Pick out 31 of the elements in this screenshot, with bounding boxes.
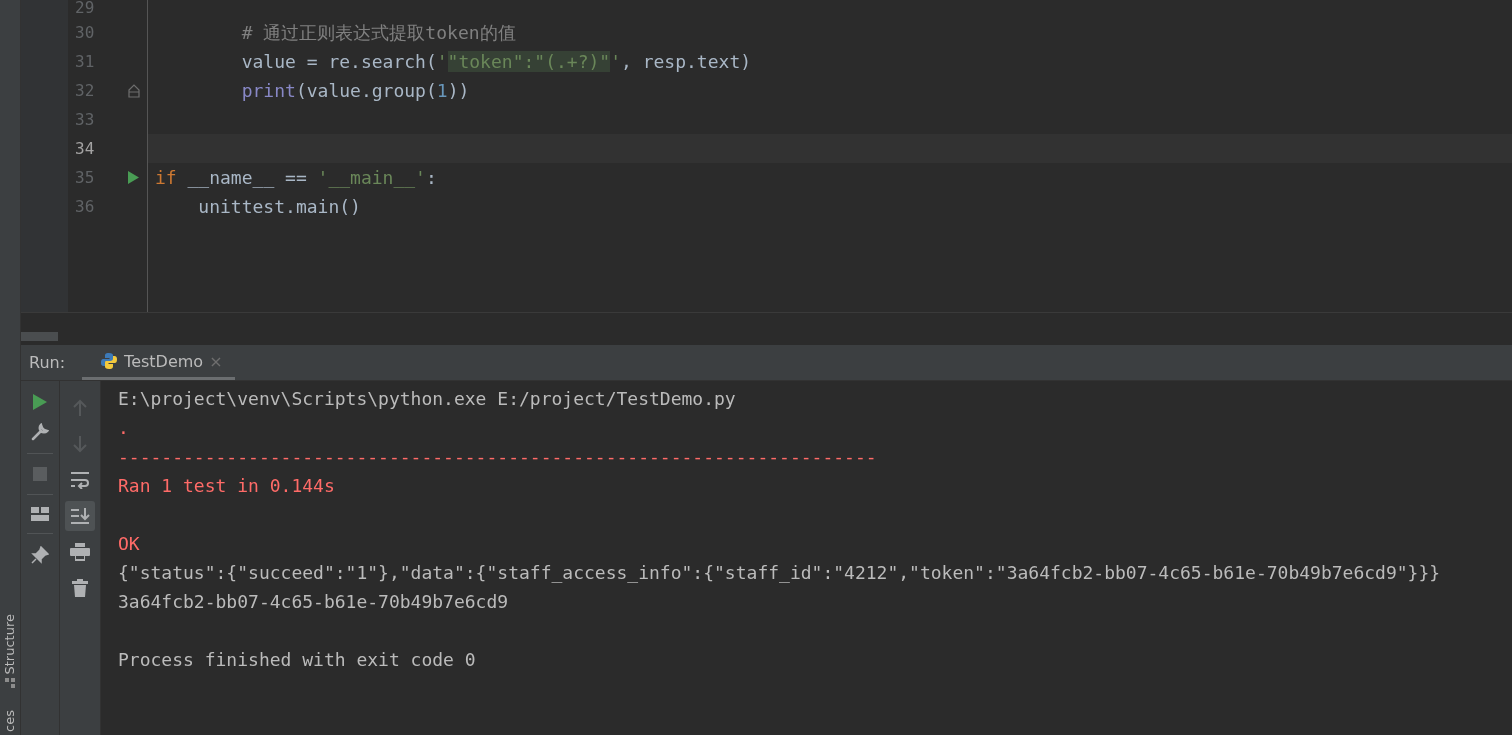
run-label: Run:	[28, 352, 67, 374]
python-icon	[100, 352, 119, 370]
trash-icon	[72, 579, 88, 597]
soft-wrap-icon	[70, 471, 90, 489]
down-arrow-icon	[73, 435, 87, 453]
printer-icon	[70, 543, 90, 561]
console-line: 3a64fcb2-bb07-4c65-b61e-70b49b7e6cd9	[118, 590, 510, 614]
structure-tab[interactable]: Structure	[2, 613, 18, 675]
tool-window-tab[interactable]: ces	[2, 710, 18, 732]
scroll-to-end-icon	[70, 507, 90, 525]
fold-icon[interactable]	[128, 83, 140, 98]
wrench-icon[interactable]	[31, 423, 49, 441]
scroll-end-button[interactable]	[65, 501, 95, 531]
structure-icon	[5, 678, 15, 689]
console-line: E:\project\venv\Scripts\python.exe E:/project/TestDemo.py	[118, 387, 737, 411]
console-line: Ran 1 test in 0.144s	[118, 474, 336, 498]
code-line: if __name__ == '__main__':	[155, 167, 437, 188]
code-line: # 通过正则表达式提取token的值	[240, 20, 516, 45]
run-icon[interactable]	[32, 393, 48, 411]
console-line: {"status":{"succeed":"1"},"data":{"staff_access_info":{"staff_id":"4212","token":"3a64fcb2-bb07-4c65-b61e-70b49b7e6cd9"}}}	[118, 561, 1442, 585]
console-line: .	[118, 416, 130, 440]
console-line: ----------------------------------------------------------------------	[118, 445, 878, 469]
pin-icon[interactable]	[31, 546, 49, 564]
scrollbar-thumb[interactable]	[21, 332, 58, 341]
console-line: OK	[118, 532, 141, 556]
console-line: Process finished with exit code 0	[118, 648, 477, 672]
layout-icon[interactable]	[31, 507, 49, 521]
code-line: value = re.search('"token":"(.+?)"', resp.text)	[240, 51, 752, 72]
up-arrow-icon	[73, 399, 87, 417]
code-line: unittest.main()	[197, 196, 361, 217]
code-line: print(value.group(1))	[240, 80, 470, 101]
